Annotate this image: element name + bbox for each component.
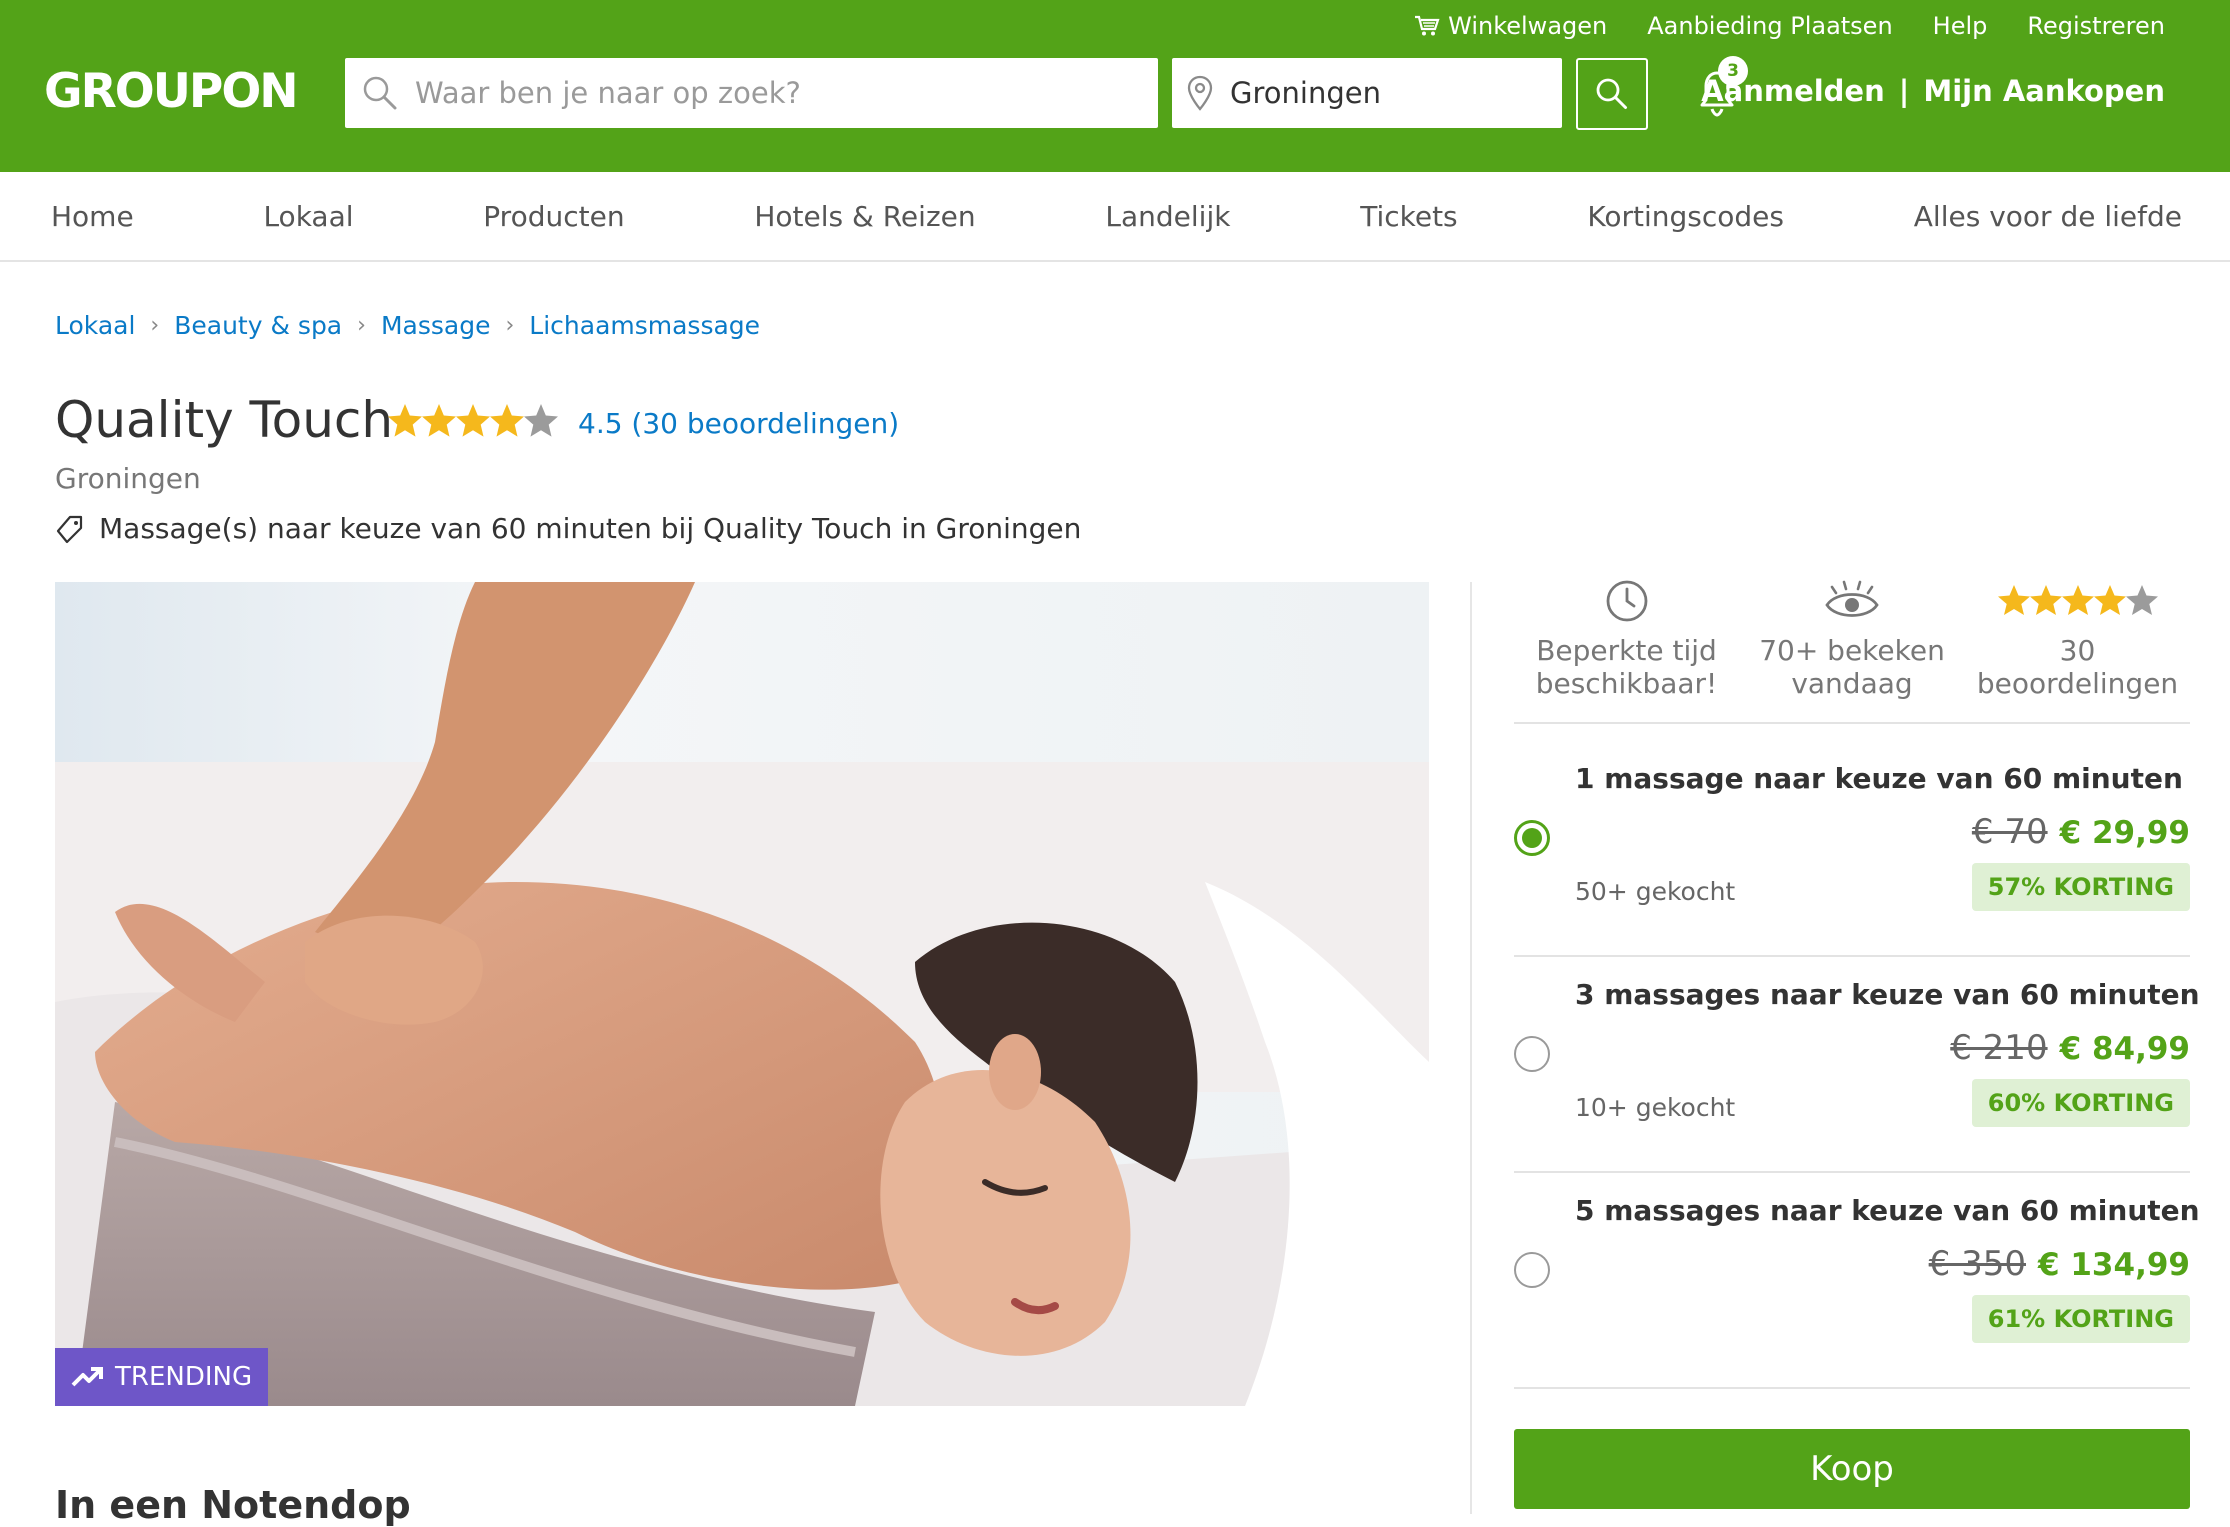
auth-separator: | <box>1898 74 1910 108</box>
search-box[interactable] <box>345 58 1158 128</box>
star-rating-icon <box>1997 578 2158 624</box>
new-price: € 84,99 <box>2059 1031 2190 1067</box>
chevron-right-icon: › <box>357 313 366 338</box>
deal-features: Beperkte tijd beschikbaar! 70+ bekeken v… <box>1514 578 2190 724</box>
trending-label: TRENDING <box>115 1362 253 1392</box>
location-pin-icon <box>1186 75 1214 111</box>
breadcrumb-lichaamsmassage[interactable]: Lichaamsmassage <box>529 311 760 340</box>
deal-option-2[interactable]: 3 massages naar keuze van 60 minuten € 2… <box>1514 956 2200 1170</box>
feature-line: beoordelingen <box>1976 667 2179 700</box>
new-price: € 29,99 <box>2059 815 2190 851</box>
nav-item-liefde[interactable]: Alles voor de liefde <box>1914 200 2182 233</box>
search-icon <box>361 74 399 112</box>
nav-item-home[interactable]: Home <box>51 200 134 233</box>
location-box[interactable] <box>1172 58 1562 128</box>
help-link[interactable]: Help <box>1933 12 1988 40</box>
option-title: 1 massage naar keuze van 60 minuten <box>1575 762 2183 795</box>
option-title: 3 massages naar keuze van 60 minuten <box>1575 978 2200 1011</box>
location-input[interactable] <box>1228 75 1552 111</box>
cart-icon <box>1414 15 1440 37</box>
nav-item-landelijk[interactable]: Landelijk <box>1105 200 1230 233</box>
buy-button[interactable]: Koop <box>1514 1429 2190 1509</box>
feature-line: beschikbaar! <box>1535 667 1718 700</box>
deal-option-3[interactable]: 5 massages naar keuze van 60 minuten € 3… <box>1514 1172 2200 1386</box>
search-icon <box>1594 76 1630 112</box>
column-divider <box>1470 582 1472 1514</box>
option-title: 5 massages naar keuze van 60 minuten <box>1575 1194 2200 1227</box>
trending-badge: TRENDING <box>55 1348 269 1406</box>
deal-photo[interactable]: TRENDING <box>55 582 1429 1406</box>
search-input[interactable] <box>413 75 1137 111</box>
feature-text: 30 beoordelingen <box>1977 634 2178 700</box>
breadcrumb-lokaal[interactable]: Lokaal <box>55 311 135 340</box>
feature-text: 70+ bekeken vandaag <box>1759 634 1945 700</box>
feature-line: Beperkte tijd <box>1536 634 1717 667</box>
register-link[interactable]: Registreren <box>2027 12 2165 40</box>
cart-link[interactable]: Winkelwagen <box>1414 12 1607 40</box>
discount-badge: 60% KORTING <box>1971 1079 2190 1127</box>
account-links: Aanmelden | Mijn Aankopen <box>1701 74 2165 108</box>
tag-icon <box>55 514 85 544</box>
divider <box>1514 1387 2190 1389</box>
section-heading: In een Notendop <box>55 1483 411 1527</box>
feature-line: 30 <box>2059 634 2096 667</box>
eye-icon <box>1824 578 1880 624</box>
my-purchases-link[interactable]: Mijn Aankopen <box>1923 74 2165 108</box>
breadcrumb: Lokaal › Beauty & spa › Massage › Lichaa… <box>55 311 760 340</box>
clock-icon <box>1605 578 1649 624</box>
tagline-text: Massage(s) naar keuze van 60 minuten bij… <box>99 512 1082 545</box>
sold-count: 10+ gekocht <box>1575 1093 1736 1122</box>
feature-line: vandaag <box>1791 667 1913 700</box>
cart-label: Winkelwagen <box>1448 12 1608 40</box>
nav-item-kortingscodes[interactable]: Kortingscodes <box>1587 200 1784 233</box>
option-radio[interactable] <box>1514 1036 1550 1072</box>
feature-views-today: 70+ bekeken vandaag <box>1740 578 1965 724</box>
nav-item-tickets[interactable]: Tickets <box>1360 200 1457 233</box>
sold-count: 50+ gekocht <box>1575 877 1736 906</box>
option-price: € 210 € 84,99 <box>1950 1028 2190 1068</box>
chevron-right-icon: › <box>150 313 160 338</box>
deal-option-1[interactable]: 1 massage naar keuze van 60 minuten € 70… <box>1514 740 2190 954</box>
place-offer-link[interactable]: Aanbieding Plaatsen <box>1647 12 1892 40</box>
chevron-right-icon: › <box>505 313 515 338</box>
breadcrumb-massage[interactable]: Massage <box>381 311 491 340</box>
old-price: € 210 <box>1950 1028 2048 1068</box>
nav-item-lokaal[interactable]: Lokaal <box>263 200 353 233</box>
new-price: € 134,99 <box>2038 1247 2190 1283</box>
option-radio[interactable] <box>1514 820 1550 856</box>
deal-title: Quality Touch <box>55 391 394 449</box>
discount-badge: 57% KORTING <box>1971 863 2190 911</box>
breadcrumb-beauty-spa[interactable]: Beauty & spa <box>174 311 342 340</box>
option-price: € 70 € 29,99 <box>1972 812 2190 852</box>
deal-tagline: Massage(s) naar keuze van 60 minuten bij… <box>55 512 1081 545</box>
discount-badge: 61% KORTING <box>1971 1295 2190 1343</box>
old-price: € 70 <box>1971 812 2048 852</box>
login-link[interactable]: Aanmelden <box>1701 74 1885 108</box>
trending-up-icon <box>71 1366 103 1388</box>
feature-reviews: 30 beoordelingen <box>1965 578 2190 724</box>
option-price: € 350 € 134,99 <box>1929 1244 2190 1284</box>
feature-text: Beperkte tijd beschikbaar! <box>1536 634 1718 700</box>
nav-item-hotels-reizen[interactable]: Hotels & Reizen <box>754 200 975 233</box>
rating-reviews-link[interactable]: 4.5 (30 beoordelingen) <box>578 407 899 440</box>
feature-line: 70+ bekeken <box>1759 634 1945 667</box>
top-links: Winkelwagen Aanbieding Plaatsen Help Reg… <box>1414 12 2165 40</box>
feature-limited-time: Beperkte tijd beschikbaar! <box>1514 578 1739 724</box>
search-button[interactable] <box>1576 58 1648 130</box>
old-price: € 350 <box>1928 1244 2026 1284</box>
star-rating-icon <box>388 402 560 442</box>
option-radio[interactable] <box>1514 1252 1550 1288</box>
main-nav: Home Lokaal Producten Hotels & Reizen La… <box>0 172 2230 262</box>
nav-item-producten[interactable]: Producten <box>483 200 624 233</box>
massage-photo-illustration <box>55 582 1429 1406</box>
groupon-logo[interactable]: GROUPON <box>44 62 299 122</box>
site-header: Winkelwagen Aanbieding Plaatsen Help Reg… <box>0 0 2230 172</box>
divider <box>1514 722 2190 724</box>
deal-city: Groningen <box>55 462 201 495</box>
